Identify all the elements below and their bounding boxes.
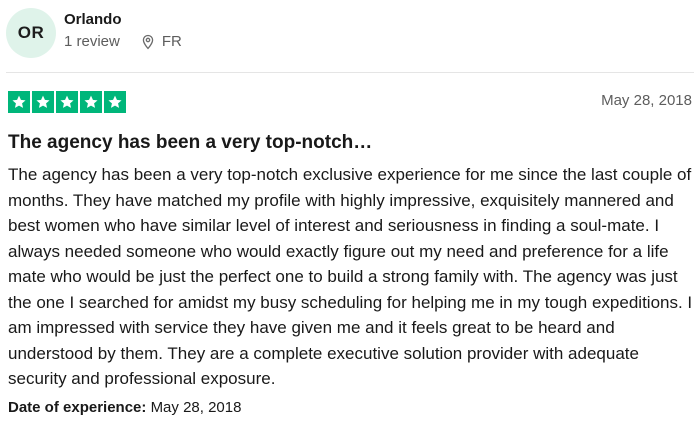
- star-rating: [8, 91, 126, 113]
- divider: [6, 72, 694, 73]
- reviewer-meta: 1 review FR: [64, 33, 182, 50]
- review-body: The agency has been a very top-notch exc…: [8, 165, 693, 388]
- star-icon: [56, 91, 78, 113]
- reviewer-country: FR: [140, 33, 182, 50]
- reviewer-header: OR Orlando 1 review FR: [6, 8, 696, 58]
- experience-label: Date of experience:: [8, 399, 147, 416]
- review-date: May 28, 2018: [601, 92, 692, 109]
- avatar[interactable]: OR: [6, 8, 56, 58]
- date-of-experience: Date of experience: May 28, 2018: [8, 399, 241, 416]
- location-pin-icon: [142, 34, 154, 49]
- experience-date: May 28, 2018: [150, 399, 242, 416]
- country-code: FR: [161, 33, 182, 50]
- star-icon: [104, 91, 126, 113]
- review-title[interactable]: The agency has been a very top-notch…: [8, 132, 372, 154]
- star-icon: [8, 91, 30, 113]
- star-icon: [32, 91, 54, 113]
- review-count: 1 review: [64, 33, 120, 50]
- star-icon: [80, 91, 102, 113]
- reviewer-name[interactable]: Orlando: [64, 11, 122, 28]
